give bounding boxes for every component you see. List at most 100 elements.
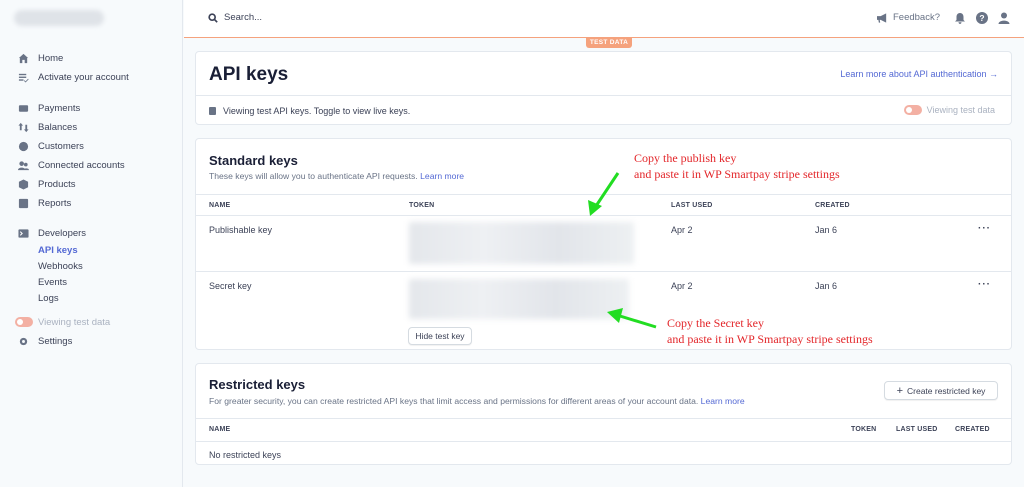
connected-accounts-icon — [17, 159, 29, 171]
secret-key-last-used: Apr 2 — [671, 281, 693, 291]
test-keys-notice: Viewing test API keys. Toggle to view li… — [209, 106, 410, 116]
sidebar-item-label: Viewing test data — [38, 316, 111, 328]
sidebar-item-settings[interactable]: Settings — [17, 333, 72, 349]
page-title: API keys — [209, 64, 289, 85]
gear-icon — [17, 335, 29, 347]
products-icon — [17, 178, 29, 190]
account-switcher[interactable] — [14, 10, 104, 26]
sidebar-item-label: Balances — [38, 121, 78, 133]
bell-icon — [955, 13, 965, 24]
sidebar-item-developers[interactable]: Developers — [17, 225, 86, 241]
sidebar-item-label: Products — [38, 178, 76, 190]
divider — [196, 441, 1011, 442]
svg-text:?: ? — [979, 13, 984, 23]
sidebar-test-data-toggle[interactable]: Viewing test data — [15, 314, 110, 330]
sidebar-item-events[interactable]: Events — [38, 276, 67, 290]
secret-key-created: Jan 6 — [815, 281, 838, 291]
sidebar-item-customers[interactable]: Customers — [17, 138, 84, 154]
test-data-toggle[interactable] — [15, 317, 33, 327]
notice-text: Viewing test API keys. Toggle to view li… — [223, 106, 411, 116]
info-icon — [209, 107, 216, 115]
divider — [196, 418, 1011, 419]
sidebar-item-logs[interactable]: Logs — [38, 292, 59, 306]
top-bar: Search... Feedback? ? — [184, 0, 1024, 38]
secret-arrow-icon — [607, 308, 657, 329]
sidebar-item-label: Home — [38, 52, 64, 64]
plus-icon: + — [896, 384, 903, 397]
toggle-switch[interactable] — [903, 105, 922, 115]
search-input[interactable]: Search... — [208, 12, 262, 23]
feedback-label: Feedback? — [892, 12, 940, 23]
test-data-badge: TEST DATA — [586, 38, 632, 48]
sidebar: Home Activate your account Payments Bala… — [0, 0, 183, 487]
column-header-last-used: LAST USED — [671, 202, 713, 209]
restricted-keys-card: Restricted keys For greater security, yo… — [195, 363, 1012, 465]
publish-arrow-icon — [588, 172, 620, 216]
megaphone-icon — [876, 12, 887, 23]
publishable-key-created: Jan 6 — [815, 225, 838, 235]
secret-key-name: Secret key — [209, 281, 252, 291]
sidebar-item-activate[interactable]: Activate your account — [17, 69, 129, 85]
empty-state-text: No restricted keys — [209, 450, 282, 460]
customers-icon — [17, 140, 29, 152]
page-header-card: API keys Learn more about API authentica… — [195, 51, 1012, 125]
sidebar-item-label: Reports — [38, 197, 72, 209]
column-header-token: TOKEN — [409, 202, 435, 209]
sidebar-item-connected-accounts[interactable]: Connected accounts — [17, 157, 125, 173]
toggle-label: Viewing test data — [926, 105, 995, 115]
restricted-keys-description: For greater security, you can create res… — [209, 396, 745, 406]
column-header-name: NAME — [209, 426, 231, 433]
sidebar-item-label: Developers — [38, 227, 87, 239]
sidebar-item-payments[interactable]: Payments — [17, 100, 80, 116]
learn-more-link[interactable]: Learn more — [701, 396, 745, 406]
publishable-key-last-used: Apr 2 — [671, 225, 693, 235]
secret-key-annotation: Copy the Secret key and paste it in WP S… — [667, 316, 873, 346]
payments-icon — [17, 102, 29, 114]
checklist-icon — [17, 71, 29, 83]
create-restricted-key-button[interactable]: + Create restricted key — [884, 381, 998, 400]
developers-icon — [17, 227, 29, 239]
reports-icon — [17, 197, 29, 209]
sidebar-item-webhooks[interactable]: Webhooks — [38, 260, 83, 274]
column-header-token: TOKEN — [851, 426, 877, 433]
publish-key-annotation: Copy the publish key and paste it in WP … — [634, 151, 840, 181]
column-header-created: CREATED — [815, 202, 850, 209]
more-options-icon[interactable]: ··· — [978, 223, 991, 234]
sidebar-item-label: Settings — [38, 335, 73, 347]
standard-keys-title: Standard keys — [209, 153, 298, 168]
help-button[interactable]: ? — [976, 12, 988, 24]
sidebar-item-balances[interactable]: Balances — [17, 119, 77, 135]
column-header-name: NAME — [209, 202, 231, 209]
sidebar-item-reports[interactable]: Reports — [17, 195, 71, 211]
help-icon: ? — [976, 12, 988, 24]
balances-icon — [17, 121, 29, 133]
search-icon — [208, 12, 218, 23]
sidebar-item-label: Connected accounts — [38, 159, 125, 171]
viewing-test-data-toggle[interactable]: Viewing test data — [903, 105, 995, 115]
sidebar-item-products[interactable]: Products — [17, 176, 76, 192]
sidebar-item-api-keys[interactable]: API keys — [38, 244, 78, 258]
restricted-keys-title: Restricted keys — [209, 377, 306, 392]
home-icon — [17, 52, 29, 64]
hide-test-key-button[interactable]: Hide test key — [408, 327, 472, 345]
publishable-key-token[interactable] — [409, 222, 634, 264]
more-options-icon[interactable]: ··· — [978, 279, 991, 290]
column-header-last-used: LAST USED — [896, 426, 938, 433]
notifications-button[interactable] — [954, 12, 966, 24]
search-placeholder: Search... — [224, 12, 263, 23]
divider — [196, 271, 1011, 272]
sidebar-item-label: Payments — [38, 102, 81, 114]
secret-key-token[interactable] — [409, 279, 629, 319]
column-header-created: CREATED — [955, 426, 990, 433]
publishable-key-name: Publishable key — [209, 225, 273, 235]
user-icon — [998, 12, 1010, 24]
feedback-button[interactable]: Feedback? — [876, 12, 940, 23]
sidebar-item-label: Customers — [38, 140, 84, 152]
learn-more-link[interactable]: Learn more — [420, 171, 464, 181]
learn-more-auth-link[interactable]: Learn more about API authentication → — [840, 69, 998, 79]
standard-keys-description: These keys will allow you to authenticat… — [209, 171, 465, 181]
sidebar-item-home[interactable]: Home — [17, 50, 63, 66]
divider — [196, 95, 1011, 96]
profile-button[interactable] — [998, 12, 1010, 24]
sidebar-item-label: Activate your account — [38, 71, 129, 83]
